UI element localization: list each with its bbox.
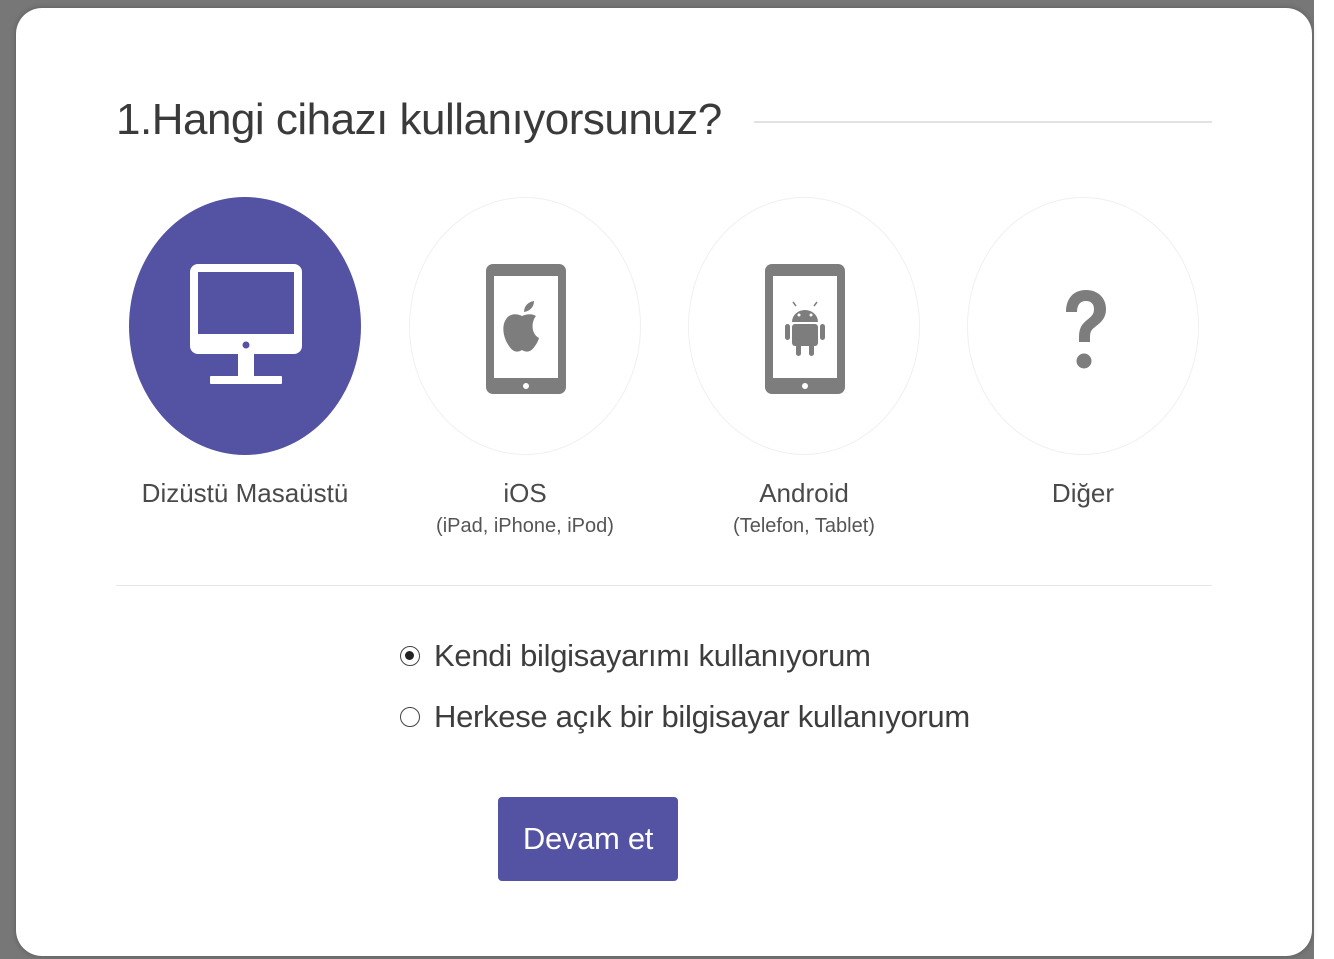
continue-button[interactable]: Devam et <box>498 797 678 881</box>
device-circle-android[interactable] <box>688 197 920 455</box>
device-sublabel-ios: (iPad, iPhone, iPod) <box>436 515 614 537</box>
device-selection-dialog: 1.Hangi cihazı kullanıyorsunuz? Dizüstü … <box>16 8 1312 956</box>
radio-public-computer[interactable] <box>400 707 420 727</box>
device-option-ios[interactable]: iOS (iPad, iPhone, iPod) <box>408 197 642 539</box>
option-public-computer[interactable]: Herkese açık bir bilgisayar kullanıyorum <box>400 697 970 737</box>
device-label-android: Android <box>759 478 849 508</box>
device-circle-other[interactable] <box>967 197 1199 455</box>
option-public-computer-label: Herkese açık bir bilgisayar kullanıyorum <box>434 699 970 734</box>
option-own-computer-label: Kendi bilgisayarımı kullanıyorum <box>434 638 871 673</box>
option-own-computer[interactable]: Kendi bilgisayarımı kullanıyorum <box>400 636 871 676</box>
title-divider <box>754 121 1212 123</box>
device-option-android[interactable]: Android (Telefon, Tablet) <box>687 197 921 539</box>
section-divider <box>116 585 1212 586</box>
android-tablet-icon <box>765 264 845 394</box>
device-label-other: Diğer <box>1051 478 1115 508</box>
apple-tablet-icon <box>486 264 566 394</box>
question-title: 1.Hangi cihazı kullanıyorsunuz? <box>116 95 722 144</box>
radio-own-computer[interactable] <box>400 646 420 666</box>
device-option-other[interactable]: Diğer <box>966 197 1200 509</box>
question-mark-icon <box>1066 290 1106 369</box>
device-option-desktop[interactable]: Dizüstü Masaüstü <box>128 197 362 509</box>
page-backdrop-edge <box>1314 0 1334 959</box>
device-label-desktop: Dizüstü Masaüstü <box>141 478 349 508</box>
device-label-ios: iOS <box>503 478 547 508</box>
device-circle-desktop[interactable] <box>129 197 361 455</box>
question-header: 1.Hangi cihazı kullanıyorsunuz? <box>116 90 1212 150</box>
device-sublabel-android: (Telefon, Tablet) <box>733 515 875 537</box>
device-circle-ios[interactable] <box>409 197 641 455</box>
desktop-monitor-icon <box>190 264 302 384</box>
